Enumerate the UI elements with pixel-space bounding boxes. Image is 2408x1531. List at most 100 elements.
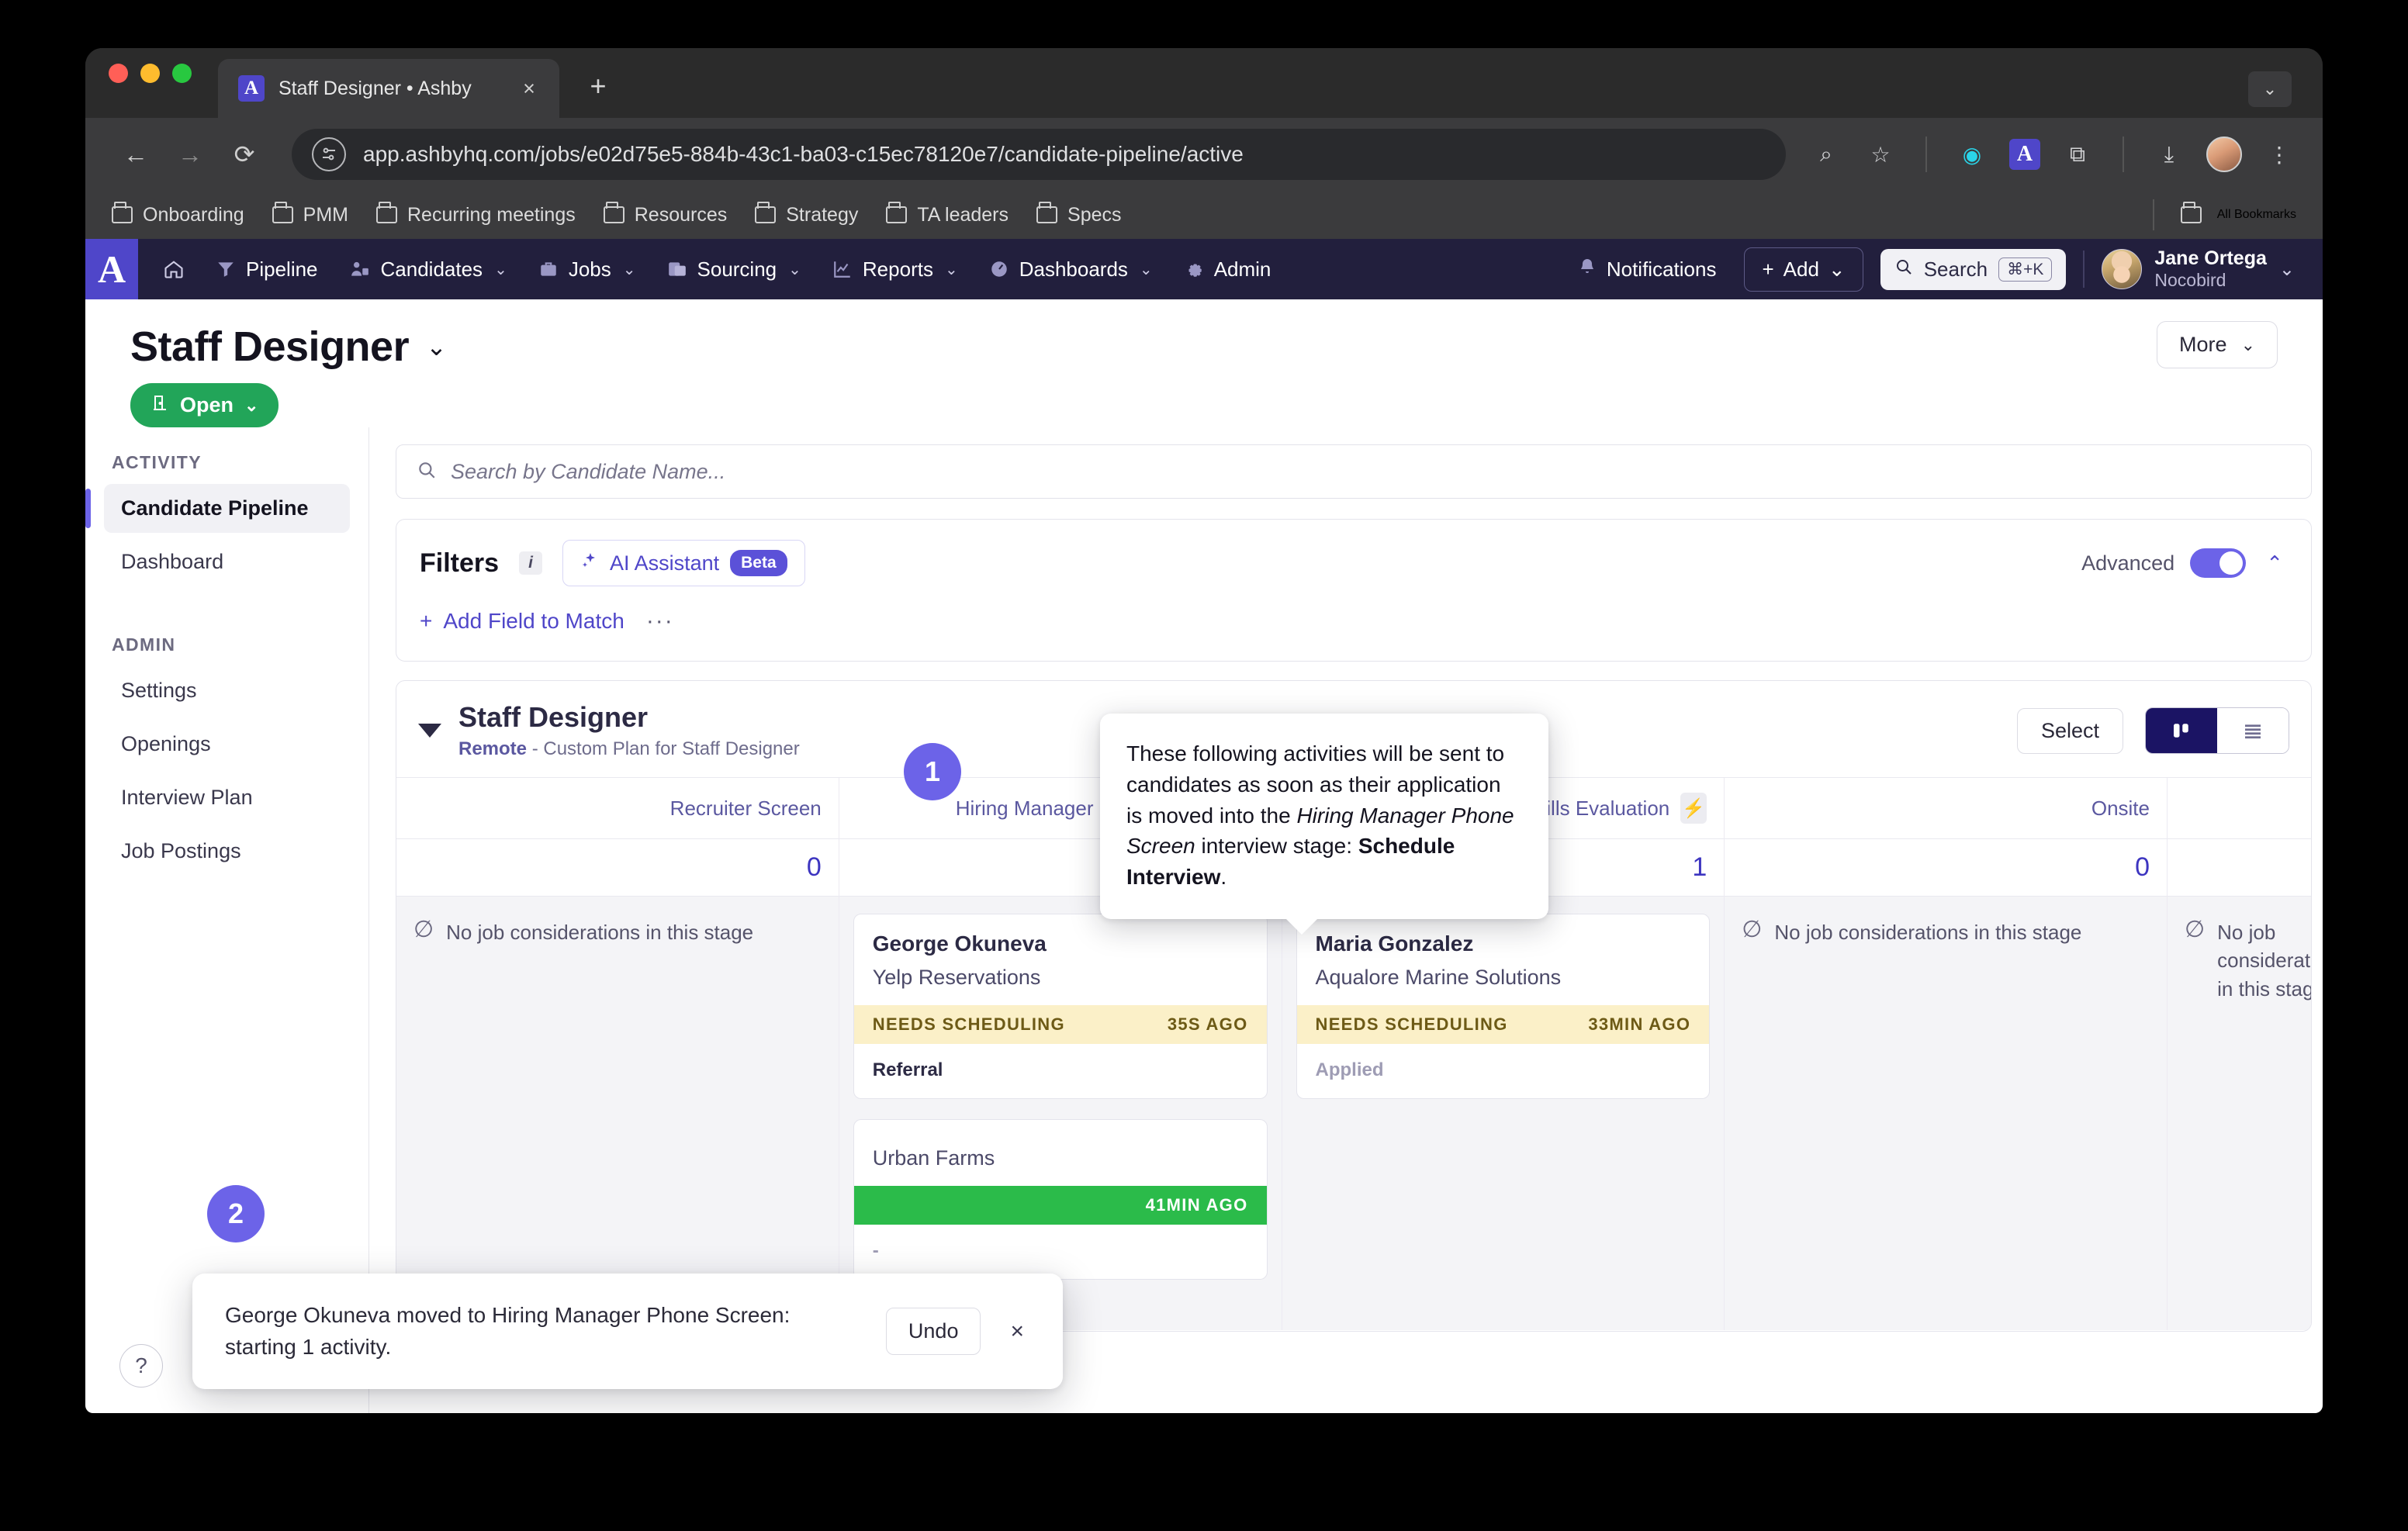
nav-label: Dashboards bbox=[1019, 257, 1128, 282]
chart-icon bbox=[832, 259, 853, 279]
sidebar: ACTIVITY Candidate Pipeline Dashboard AD… bbox=[85, 427, 369, 1413]
info-icon[interactable]: i bbox=[519, 551, 542, 575]
stage-header[interactable] bbox=[2168, 778, 2311, 838]
nav-jobs[interactable]: Jobs ⌄ bbox=[524, 248, 650, 291]
filters-overflow-icon[interactable]: ··· bbox=[646, 608, 674, 634]
notifications-button[interactable]: Notifications bbox=[1567, 249, 1728, 290]
nav-admin[interactable]: Admin bbox=[1170, 248, 1285, 291]
stage-body[interactable]: ∅ No job considerations in this stage bbox=[396, 896, 839, 1330]
bookmark-pmm[interactable]: PMM bbox=[272, 204, 348, 226]
close-window-button[interactable] bbox=[109, 64, 128, 83]
collapse-triangle-icon[interactable] bbox=[418, 724, 441, 738]
nav-candidates[interactable]: Candidates ⌄ bbox=[335, 248, 521, 291]
tab-list-chevron-down-icon[interactable]: ⌄ bbox=[2248, 71, 2292, 107]
advanced-toggle[interactable] bbox=[2190, 548, 2246, 578]
maximize-window-button[interactable] bbox=[172, 64, 192, 83]
undo-button[interactable]: Undo bbox=[886, 1308, 981, 1355]
extension-blue-icon[interactable]: ◉ bbox=[1955, 137, 1989, 171]
lightning-bolt-icon[interactable]: ⚡ bbox=[1680, 793, 1707, 824]
bookmark-label: TA leaders bbox=[917, 204, 1009, 226]
nav-dashboards[interactable]: Dashboards ⌄ bbox=[975, 248, 1167, 291]
candidate-search-input[interactable]: Search by Candidate Name... bbox=[396, 444, 2312, 499]
browser-menu-icon[interactable]: ⋮ bbox=[2262, 137, 2296, 171]
search-icon bbox=[417, 460, 437, 484]
new-tab-button[interactable]: + bbox=[583, 70, 614, 102]
chevron-down-icon: ⌄ bbox=[244, 396, 258, 416]
stage-header[interactable]: Onsite bbox=[1725, 778, 2167, 838]
stage-body[interactable]: Maria Gonzalez Aqualore Marine Solutions… bbox=[1282, 896, 1725, 1330]
bookmark-ta-leaders[interactable]: TA leaders bbox=[886, 204, 1009, 226]
stage-body[interactable]: ∅ No job considerations in this stage bbox=[2168, 896, 2311, 1330]
status-label: NEEDS SCHEDULING bbox=[1316, 1014, 1508, 1035]
nav-right-group: Notifications + Add ⌄ Search ⌘+K bbox=[1567, 247, 2299, 292]
download-icon[interactable]: ⤓ bbox=[2152, 137, 2186, 171]
user-menu[interactable]: Jane Ortega Nocobird ⌄ bbox=[2102, 247, 2299, 292]
more-button[interactable]: More ⌄ bbox=[2157, 321, 2278, 368]
select-button[interactable]: Select bbox=[2017, 708, 2123, 754]
bookmark-recurring-meetings[interactable]: Recurring meetings bbox=[376, 204, 576, 226]
nav-label: Pipeline bbox=[246, 257, 318, 282]
chevron-down-icon: ⌄ bbox=[2279, 258, 2295, 281]
chevron-down-icon: ⌄ bbox=[494, 260, 507, 279]
funnel-icon bbox=[216, 259, 236, 279]
toolbar-divider bbox=[1925, 137, 1927, 172]
site-settings-icon[interactable] bbox=[312, 137, 346, 171]
candidate-company: Aqualore Marine Solutions bbox=[1297, 956, 1710, 1005]
candidate-card[interactable]: George Okuneva Yelp Reservations NEEDS S… bbox=[853, 914, 1268, 1099]
sidebar-item-candidate-pipeline[interactable]: Candidate Pipeline bbox=[104, 484, 350, 533]
browser-tab[interactable]: A Staff Designer • Ashby × bbox=[218, 59, 559, 118]
candidate-card[interactable]: Maria Gonzalez Aqualore Marine Solutions… bbox=[1296, 914, 1711, 1099]
ai-assistant-label: AI Assistant bbox=[610, 551, 719, 575]
status-badge[interactable]: Open ⌄ bbox=[130, 383, 279, 427]
sparkle-icon bbox=[580, 551, 599, 575]
zoom-icon[interactable]: ⌕ bbox=[1809, 137, 1843, 171]
stage-header[interactable]: Recruiter Screen bbox=[396, 778, 839, 838]
add-field-to-match-button[interactable]: + Add Field to Match bbox=[420, 609, 624, 634]
board-view-icon[interactable] bbox=[2146, 708, 2217, 753]
profile-avatar[interactable] bbox=[2206, 137, 2242, 172]
page-title-chevron-down-icon[interactable]: ⌄ bbox=[426, 332, 447, 361]
global-search-button[interactable]: Search ⌘+K bbox=[1880, 249, 2067, 290]
nav-pipeline[interactable]: Pipeline bbox=[202, 248, 332, 291]
list-view-icon[interactable] bbox=[2217, 708, 2289, 753]
ashby-favicon-icon: A bbox=[238, 75, 265, 102]
toast-message: George Okuneva moved to Hiring Manager P… bbox=[225, 1300, 863, 1363]
sidebar-item-interview-plan[interactable]: Interview Plan bbox=[104, 773, 350, 822]
bookmark-label: Strategy bbox=[786, 204, 858, 226]
ai-assistant-button[interactable]: AI Assistant Beta bbox=[562, 540, 805, 586]
back-icon[interactable]: ← bbox=[112, 130, 160, 178]
forward-icon[interactable]: → bbox=[166, 130, 214, 178]
gear-icon bbox=[1184, 259, 1204, 279]
bookmark-strategy[interactable]: Strategy bbox=[755, 204, 858, 226]
close-icon[interactable]: × bbox=[1004, 1318, 1030, 1345]
candidate-card[interactable]: Urban Farms 41MIN AGO - bbox=[853, 1119, 1268, 1280]
address-bar[interactable]: app.ashbyhq.com/jobs/e02d75e5-884b-43c1-… bbox=[292, 129, 1786, 180]
sidebar-item-dashboard[interactable]: Dashboard bbox=[104, 537, 350, 586]
collapse-chevron-up-icon[interactable]: ⌃ bbox=[2261, 551, 2288, 575]
bookmark-star-icon[interactable]: ☆ bbox=[1863, 137, 1898, 171]
close-tab-icon[interactable]: × bbox=[516, 78, 542, 99]
candidate-company: Urban Farms bbox=[854, 1137, 1267, 1186]
ashby-extension-icon[interactable]: A bbox=[2009, 139, 2040, 170]
pipeline-subtitle: Remote - Custom Plan for Staff Designer bbox=[458, 738, 800, 760]
add-button[interactable]: + Add ⌄ bbox=[1744, 247, 1863, 292]
nav-home[interactable] bbox=[149, 249, 199, 289]
all-bookmarks-label[interactable]: All Bookmarks bbox=[2217, 208, 2296, 222]
bookmark-onboarding[interactable]: Onboarding bbox=[112, 204, 244, 226]
ashby-logo-icon[interactable]: A bbox=[85, 239, 138, 299]
sidebar-item-job-postings[interactable]: Job Postings bbox=[104, 827, 350, 876]
sidebar-item-settings[interactable]: Settings bbox=[104, 666, 350, 715]
bookmark-resources[interactable]: Resources bbox=[604, 204, 728, 226]
nav-sourcing[interactable]: Sourcing ⌄ bbox=[653, 248, 815, 291]
stage-body[interactable]: George Okuneva Yelp Reservations NEEDS S… bbox=[839, 896, 1282, 1330]
nav-reports[interactable]: Reports ⌄ bbox=[818, 248, 972, 291]
reload-icon[interactable]: ⟳ bbox=[220, 130, 268, 178]
stage-body[interactable]: ∅ No job considerations in this stage bbox=[1725, 896, 2167, 1330]
help-button[interactable]: ? bbox=[119, 1344, 163, 1388]
more-label: More bbox=[2179, 333, 2227, 357]
minimize-window-button[interactable] bbox=[140, 64, 160, 83]
empty-state-text: No job considerations in this stage bbox=[1774, 918, 2081, 946]
extensions-puzzle-icon[interactable]: ⧉ bbox=[2060, 137, 2095, 171]
sidebar-item-openings[interactable]: Openings bbox=[104, 720, 350, 769]
bookmark-specs[interactable]: Specs bbox=[1036, 204, 1121, 226]
